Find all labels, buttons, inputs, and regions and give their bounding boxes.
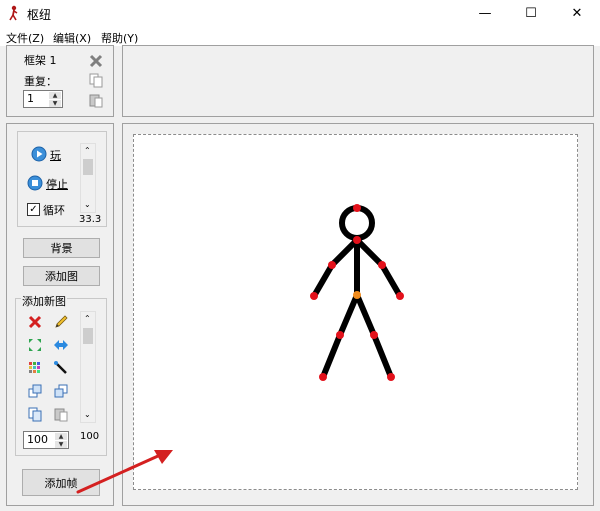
copy-figure-icon[interactable] <box>27 406 43 422</box>
stepper-up-icon[interactable]: ▲ <box>55 433 67 440</box>
paste-figure-icon[interactable] <box>53 406 69 422</box>
figure-size-value: 100 <box>27 433 48 446</box>
segment-tool-icon[interactable] <box>53 360 69 376</box>
scroll-up-icon[interactable]: ⌃ <box>84 314 91 323</box>
repeat-stepper[interactable]: 1 ▲ ▼ <box>23 90 63 108</box>
repeat-value: 1 <box>27 92 34 105</box>
delete-frame-icon[interactable] <box>88 53 104 69</box>
stepper-up-icon[interactable]: ▲ <box>49 92 61 99</box>
menu-edit[interactable]: 编辑(X) <box>53 30 91 46</box>
stop-button[interactable]: 停止 <box>46 176 68 192</box>
menu-file[interactable]: 文件(Z) <box>6 30 44 46</box>
paste-frame-icon[interactable] <box>88 92 104 108</box>
play-icon[interactable] <box>31 146 47 162</box>
timeline-panel <box>122 45 594 117</box>
pencil-icon[interactable] <box>53 314 69 330</box>
maximize-button[interactable]: ☐ <box>508 0 554 27</box>
scroll-thumb[interactable] <box>83 328 93 344</box>
delete-figure-icon[interactable] <box>27 314 43 330</box>
window-title: 枢纽 <box>27 8 52 22</box>
speed-scrollbar[interactable]: ⌃ ⌄ <box>80 143 96 213</box>
repeat-label: 重复： <box>24 75 57 88</box>
bring-forward-icon[interactable] <box>27 383 43 399</box>
loop-label: 循环 <box>43 204 65 217</box>
app-stickman-icon <box>9 5 18 21</box>
flip-figure-icon[interactable] <box>53 337 69 353</box>
stepper-down-icon[interactable]: ▼ <box>49 100 61 107</box>
drawing-canvas[interactable] <box>133 134 578 490</box>
scroll-up-icon[interactable]: ⌃ <box>84 146 91 155</box>
minimize-button[interactable]: — <box>462 0 508 27</box>
scroll-thumb[interactable] <box>83 159 93 175</box>
menu-help[interactable]: 帮助(Y) <box>101 30 138 46</box>
color-palette-icon[interactable] <box>27 360 43 376</box>
frame-label: 框架 1 <box>24 54 57 67</box>
play-button[interactable]: 玩 <box>50 147 61 163</box>
scroll-down-icon[interactable]: ⌄ <box>84 200 91 209</box>
figure-scroll-value: 100 <box>80 431 100 442</box>
close-button[interactable]: ✕ <box>554 0 600 27</box>
add-frame-button[interactable]: 添加帧 <box>22 469 100 496</box>
stepper-down-icon[interactable]: ▼ <box>55 441 67 448</box>
loop-checkbox[interactable]: ✓ <box>27 203 40 216</box>
send-backward-icon[interactable] <box>53 383 69 399</box>
scroll-down-icon[interactable]: ⌄ <box>84 410 91 419</box>
speed-value: 33.3 <box>79 214 102 225</box>
resize-figure-icon[interactable] <box>27 337 43 353</box>
copy-frame-icon[interactable] <box>88 72 104 88</box>
add-figure-title: 添加新图 <box>21 293 67 309</box>
stop-icon[interactable] <box>27 175 43 191</box>
background-button[interactable]: 背景 <box>23 238 100 258</box>
figure-size-stepper[interactable]: 100 ▲ ▼ <box>23 431 69 449</box>
add-image-button[interactable]: 添加图 <box>23 266 100 286</box>
figure-scrollbar[interactable]: ⌃ ⌄ <box>80 311 96 423</box>
